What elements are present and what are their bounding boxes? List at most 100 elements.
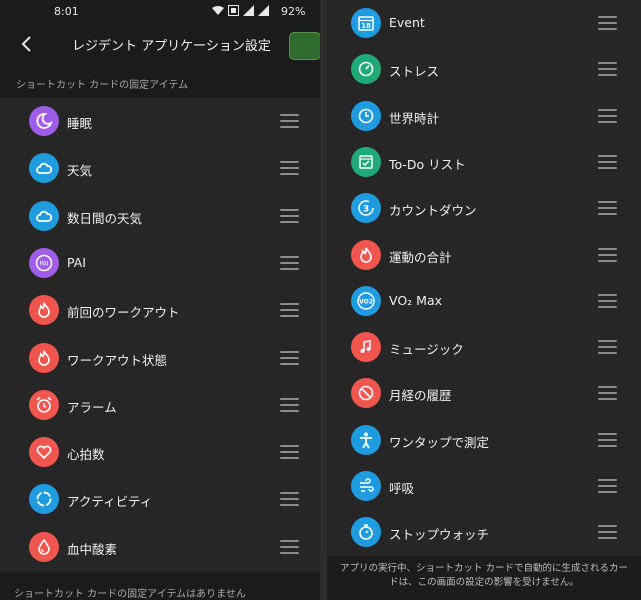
list-item-label: 月経の履歴 <box>389 388 452 404</box>
drag-handle-icon[interactable] <box>598 108 617 123</box>
list-item[interactable]: 3 カウントダウン <box>327 185 641 232</box>
list-item-label: 運動の合計 <box>389 249 452 265</box>
right-panel: 18 Event ストレス世界時計 To-Do リスト 3 カウントダウン 運動の合計 VO2… <box>327 0 641 600</box>
list-item[interactable]: ストップウォッチ <box>327 509 641 556</box>
back-arrow-icon[interactable] <box>17 34 37 54</box>
list-item[interactable]: 月経の履歴 <box>327 370 641 417</box>
svg-text:3: 3 <box>363 205 369 215</box>
drag-handle-icon[interactable] <box>280 350 299 365</box>
drag-handle-icon[interactable] <box>598 386 617 401</box>
list-item[interactable]: アラーム <box>0 382 320 429</box>
drag-handle-icon[interactable] <box>280 114 299 128</box>
fixed-items-list: 睡眠天気数日間の天気 PAI PAI 前回のワークアウトワークアウト状態アラーム心拍数… <box>0 98 320 572</box>
drag-handle-icon[interactable] <box>280 445 299 460</box>
list-item-label: 世界時計 <box>389 110 440 126</box>
list-item-label: 前回のワークアウト <box>67 305 180 321</box>
countdown-icon: 3 <box>351 193 381 224</box>
stress-gauge-icon <box>351 54 381 85</box>
list-item-label: アクティビティ <box>67 494 153 510</box>
list-item[interactable]: 18 Event <box>327 0 641 47</box>
list-item[interactable]: 運動の合計 <box>327 232 641 279</box>
list-item-label: アラーム <box>67 399 117 415</box>
list-item[interactable]: To-Do リスト <box>327 139 641 186</box>
drag-handle-icon[interactable] <box>598 525 617 540</box>
alarm-icon <box>29 389 59 420</box>
drag-handle-icon[interactable] <box>598 432 617 447</box>
drag-handle-icon[interactable] <box>598 201 617 216</box>
list-item-label: 心拍数 <box>67 447 105 463</box>
cloud-icon <box>29 153 59 184</box>
list-item-label: VO₂ Max <box>389 292 442 308</box>
vo2-icon: VO2 <box>351 285 381 316</box>
list-item[interactable]: 前回のワークアウト <box>0 287 320 334</box>
checklist-icon <box>351 146 381 177</box>
drag-handle-icon[interactable] <box>280 492 299 507</box>
drag-handle-icon[interactable] <box>280 397 299 412</box>
blood-drop-icon <box>29 531 59 562</box>
list-item[interactable]: アクティビティ <box>0 476 320 523</box>
list-item[interactable]: 呼吸 <box>327 463 641 510</box>
drag-handle-icon[interactable] <box>598 154 617 169</box>
list-item[interactable]: 血中酸素 <box>0 524 320 571</box>
signal-icon-2 <box>258 5 269 16</box>
pai-icon: PAI <box>29 247 59 278</box>
drag-handle-icon[interactable] <box>598 16 617 30</box>
drag-handle-icon[interactable] <box>280 255 299 270</box>
drag-handle-icon[interactable] <box>280 161 299 176</box>
list-item[interactable]: VO2 VO₂ Max <box>327 278 641 325</box>
left-panel: 8:01 92% レジデント アプリケーション設定 ショートカット カードの固定… <box>0 0 320 600</box>
drag-handle-icon[interactable] <box>280 303 299 318</box>
list-item[interactable]: 世界時計 <box>327 93 641 140</box>
drag-handle-icon[interactable] <box>280 208 299 223</box>
list-item-label: ミュージック <box>389 342 464 358</box>
calendar-icon: 18 <box>351 8 381 38</box>
list-item[interactable]: ストレス <box>327 46 641 93</box>
heart-icon <box>29 437 59 468</box>
clock-icon <box>351 100 381 131</box>
flame-icon <box>351 239 381 270</box>
sleep-icon <box>29 106 59 136</box>
flame-icon <box>29 342 59 373</box>
svg-text:VO2: VO2 <box>359 298 373 305</box>
list-item[interactable]: 心拍数 <box>0 429 320 476</box>
list-item-label: Event <box>389 15 425 30</box>
list-item[interactable]: 睡眠 <box>0 98 320 145</box>
drag-handle-icon[interactable] <box>598 62 617 77</box>
cycle-icon <box>351 378 381 409</box>
panel-divider <box>320 0 327 600</box>
flame-icon <box>29 295 59 326</box>
drag-handle-icon[interactable] <box>280 539 299 554</box>
app-header: レジデント アプリケーション設定 <box>0 24 320 64</box>
section-label-fixed: ショートカット カードの固定アイテム <box>16 80 189 91</box>
sim-card-icon <box>228 5 239 16</box>
list-item[interactable]: ワークアウト状態 <box>0 335 320 382</box>
cloud-icon <box>29 200 59 231</box>
signal-icon <box>243 5 254 16</box>
list-item-label: ストップウォッチ <box>389 527 490 543</box>
list-item-label: ワンタップで測定 <box>389 434 490 450</box>
list-item[interactable]: 数日間の天気 <box>0 193 320 240</box>
list-item-label: 睡眠 <box>67 116 93 131</box>
list-item[interactable]: ミュージック <box>327 324 641 371</box>
list-item[interactable]: 天気 <box>0 145 320 192</box>
list-item-label: PAI <box>67 254 86 270</box>
drag-handle-icon[interactable] <box>598 479 617 493</box>
list-item-label: ストレス <box>389 64 440 80</box>
list-item-label: カウントダウン <box>389 203 477 219</box>
drag-handle-icon[interactable] <box>598 340 617 355</box>
drag-handle-icon[interactable] <box>598 247 617 262</box>
footer-note: アプリの実行中、ショートカット カードで自動的に生成されるカードは、この画面の設… <box>339 563 629 588</box>
battery-level: 92% <box>281 5 306 18</box>
list-item-label: 呼吸 <box>389 481 415 496</box>
breath-icon <box>351 471 381 501</box>
list-item[interactable]: ワンタップで測定 <box>327 417 641 464</box>
stopwatch-icon <box>351 517 381 548</box>
drag-handle-icon[interactable] <box>598 293 617 308</box>
section-label-none: ショートカット カードの固定アイテムはありません <box>14 589 246 600</box>
list-item[interactable]: PAI PAI <box>0 240 320 287</box>
page-title: レジデント アプリケーション設定 <box>72 39 271 54</box>
music-note-icon <box>351 332 381 363</box>
svg-text:18: 18 <box>361 22 371 30</box>
list-item-label: 天気 <box>67 163 93 179</box>
device-thumbnail[interactable] <box>289 32 320 60</box>
